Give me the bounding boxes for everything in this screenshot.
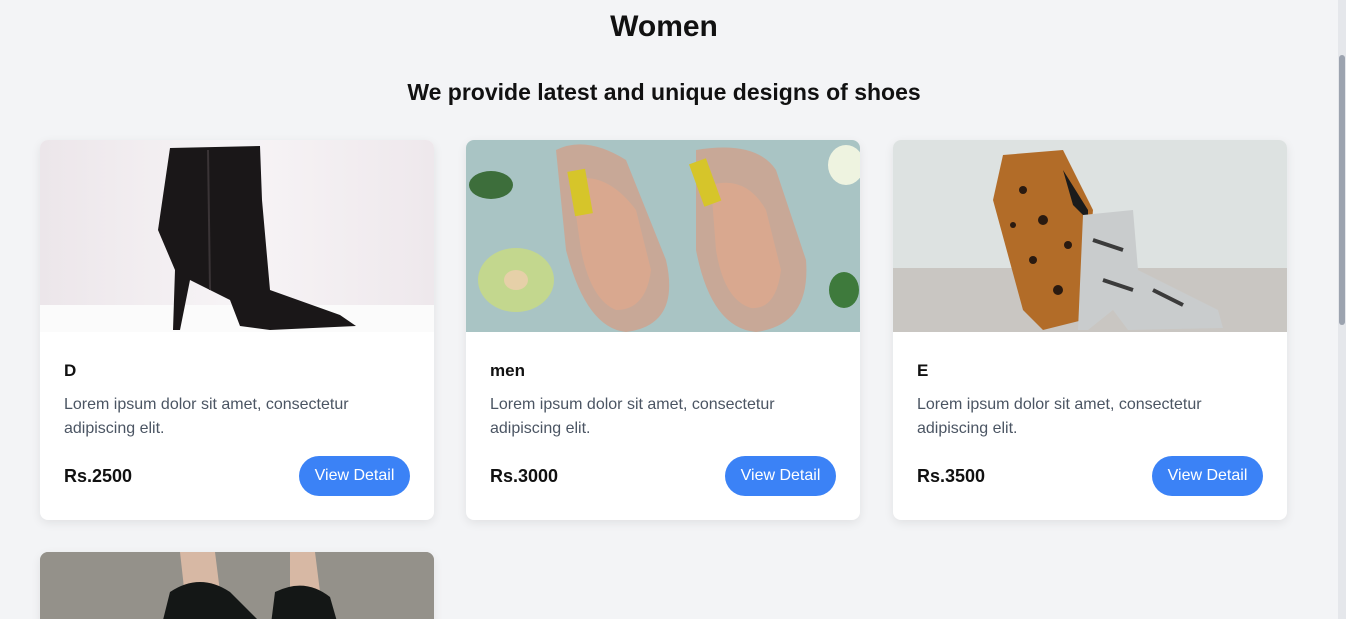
view-detail-button[interactable]: View Detail xyxy=(1152,456,1263,496)
product-name: men xyxy=(490,361,525,380)
product-card xyxy=(40,552,434,619)
scrollbar[interactable] xyxy=(1338,0,1346,619)
product-price: Rs.3500 xyxy=(917,466,986,486)
scrollbar-thumb[interactable] xyxy=(1339,55,1345,325)
view-detail-button[interactable]: View Detail xyxy=(299,456,410,496)
page: Women We provide latest and unique desig… xyxy=(0,0,1346,619)
product-card: E Lorem ipsum dolor sit amet, consectetu… xyxy=(893,140,1287,520)
product-price: Rs.2500 xyxy=(64,466,133,486)
product-card: D Lorem ipsum dolor sit amet, consectetu… xyxy=(40,140,434,520)
page-title: Women xyxy=(610,10,718,43)
product-name: D xyxy=(64,361,77,380)
product-name: E xyxy=(917,361,929,380)
page-subtitle: We provide latest and unique designs of … xyxy=(407,79,921,105)
product-image-black-ankle-boots xyxy=(40,552,434,619)
product-image-black-boot xyxy=(40,140,434,332)
product-image-glitter-heels xyxy=(466,140,860,332)
product-description: Lorem ipsum dolor sit amet, consectetur … xyxy=(917,396,1202,437)
view-detail-button[interactable]: View Detail xyxy=(725,456,836,496)
product-price: Rs.3000 xyxy=(490,466,559,486)
product-description: Lorem ipsum dolor sit amet, consectetur … xyxy=(64,396,349,437)
product-card: men Lorem ipsum dolor sit amet, consecte… xyxy=(466,140,860,520)
product-image-animal-print-boots xyxy=(893,140,1287,332)
product-description: Lorem ipsum dolor sit amet, consectetur … xyxy=(490,396,775,437)
